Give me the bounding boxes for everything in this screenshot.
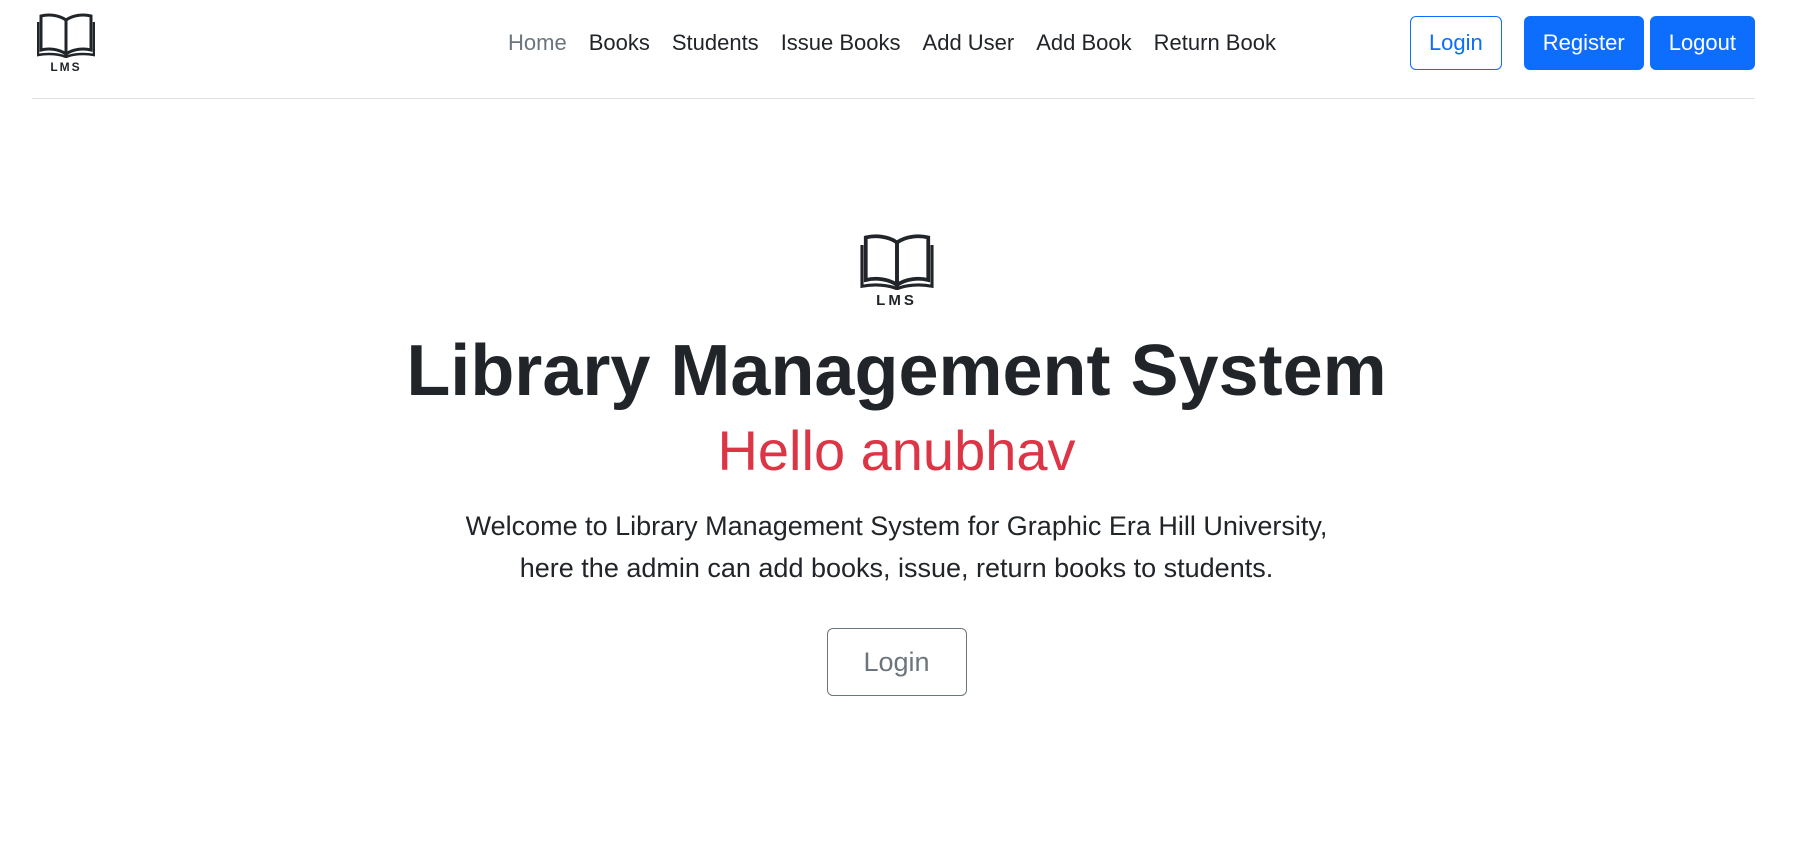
welcome-description: Welcome to Library Management System for…: [465, 511, 1328, 584]
hero-logo: LMS: [856, 230, 938, 310]
nav-add-book[interactable]: Add Book: [1025, 30, 1142, 56]
page: LMS Home Books Students Issue Books Add …: [0, 0, 1793, 857]
nav-students[interactable]: Students: [661, 30, 770, 56]
nav-issue-books[interactable]: Issue Books: [770, 30, 912, 56]
nav-add-user[interactable]: Add User: [912, 30, 1026, 56]
main-nav: Home Books Students Issue Books Add User…: [497, 22, 1287, 64]
nav-books[interactable]: Books: [578, 30, 661, 56]
login-button[interactable]: Login: [1409, 16, 1502, 70]
brand-logo[interactable]: LMS: [37, 10, 95, 76]
hero-logo-text: LMS: [876, 292, 917, 309]
navbar: LMS Home Books Students Issue Books Add …: [32, 0, 1755, 99]
hero-section: LMS Library Management System Hello anub…: [0, 230, 1793, 697]
logout-button[interactable]: Logout: [1649, 16, 1755, 70]
nav-return-book[interactable]: Return Book: [1143, 30, 1287, 56]
open-book-icon: [859, 234, 934, 291]
auth-buttons: Login Register Logout: [1409, 16, 1755, 70]
brand-logo-text: LMS: [50, 60, 82, 74]
register-button[interactable]: Register: [1523, 16, 1644, 70]
nav-home[interactable]: Home: [497, 30, 578, 56]
open-book-icon: [37, 13, 95, 58]
user-greeting: Hello anubhav: [717, 419, 1076, 483]
hero-login-button[interactable]: Login: [826, 628, 967, 697]
page-title: Library Management System: [406, 331, 1387, 411]
